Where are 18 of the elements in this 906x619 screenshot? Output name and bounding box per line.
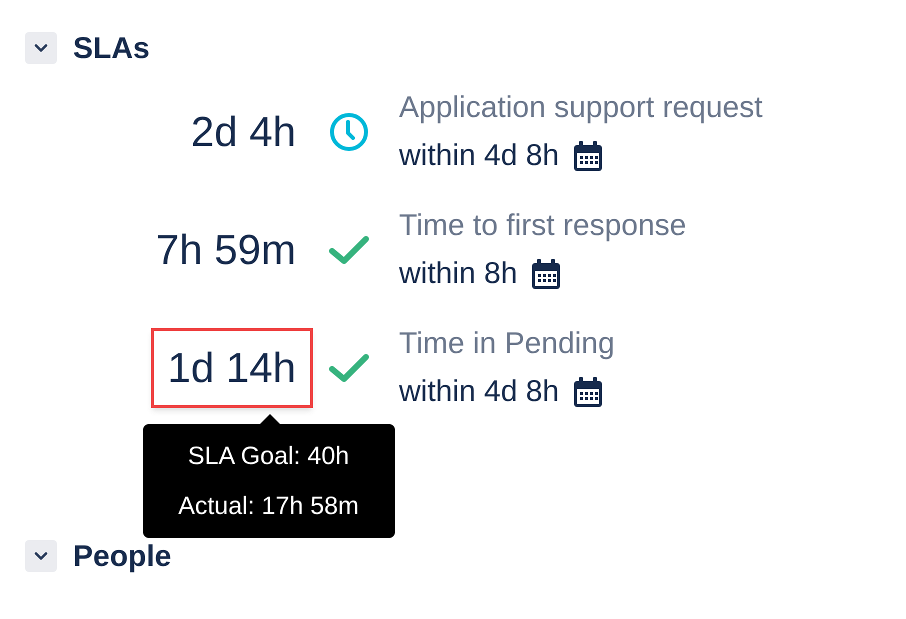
tooltip-text: Actual: 17h 58m [178,491,359,522]
remaining-time: 1d 14h [150,328,313,408]
sla-name: Application support request [399,90,763,126]
sla-goal: within 4d 8h [399,138,560,174]
remaining-time: 2d 4h [190,107,297,157]
check-icon [327,352,371,384]
tooltip-text: SLA Goal: 40h [188,441,350,472]
collapse-toggle[interactable] [25,32,57,64]
sla-name: Time to first response [399,208,686,244]
remaining-time: 7h 59m [154,225,297,275]
section-title: SLAs [73,30,150,66]
section-title: People [73,538,172,574]
clock-icon [328,111,370,153]
check-icon [327,234,371,266]
collapse-toggle[interactable] [25,540,57,572]
sla-goal: within 8h [399,256,518,292]
sla-goal: within 4d 8h [399,374,560,410]
sla-name: Time in Pending [399,326,615,362]
